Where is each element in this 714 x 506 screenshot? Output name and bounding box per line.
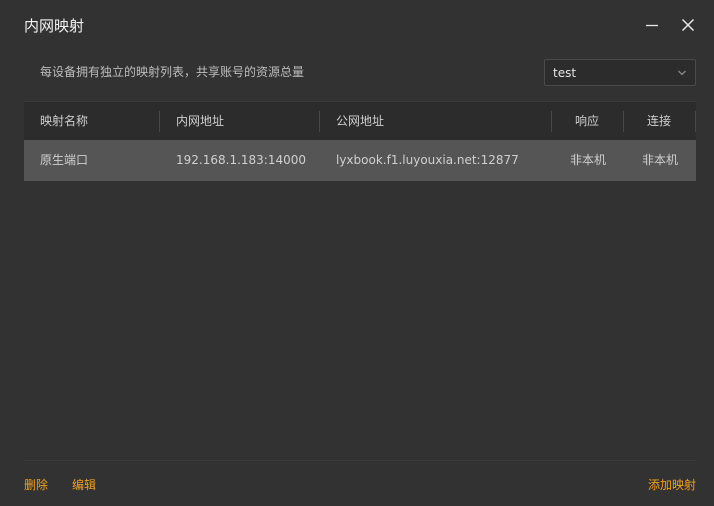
column-header-public[interactable]: 公网地址 (336, 102, 384, 140)
title-bar: 内网映射 (0, 0, 714, 50)
footer-divider (24, 460, 696, 461)
device-select-value: test (553, 66, 577, 80)
minimize-button[interactable] (640, 13, 664, 37)
table-header: 映射名称 内网地址 公网地址 响应 连接 (24, 101, 696, 140)
description-text: 每设备拥有独立的映射列表，共享账号的资源总量 (40, 65, 305, 79)
add-mapping-button[interactable]: 添加映射 (648, 477, 696, 493)
close-button[interactable] (676, 13, 700, 37)
table-row[interactable]: 原生端口 192.168.1.183:14000 lyxbook.f1.luyo… (24, 140, 696, 181)
chevron-down-icon (678, 70, 686, 76)
column-header-connection[interactable]: 连接 (647, 102, 671, 140)
column-separator[interactable] (319, 111, 320, 132)
delete-button[interactable]: 删除 (24, 477, 48, 493)
minimize-icon (646, 24, 658, 27)
close-icon (681, 18, 695, 32)
column-separator[interactable] (695, 111, 696, 132)
column-header-internal[interactable]: 内网地址 (176, 102, 224, 140)
mapping-table: 映射名称 内网地址 公网地址 响应 连接 原生端口 192.168.1.183:… (24, 101, 696, 181)
cell-internal-address: 192.168.1.183:14000 (176, 153, 307, 167)
cell-response: 非本机 (570, 153, 607, 167)
cell-public-address: lyxbook.f1.luyouxia.net:12877 (336, 153, 519, 167)
cell-connection: 非本机 (642, 153, 679, 167)
cell-name: 原生端口 (40, 153, 89, 167)
column-header-name[interactable]: 映射名称 (40, 102, 88, 140)
device-select[interactable]: test (544, 59, 696, 86)
column-separator[interactable] (159, 111, 160, 132)
column-header-response[interactable]: 响应 (575, 102, 599, 140)
window-title: 内网映射 (24, 17, 85, 35)
column-separator[interactable] (551, 111, 552, 132)
edit-button[interactable]: 编辑 (72, 477, 96, 493)
column-separator[interactable] (623, 111, 624, 132)
